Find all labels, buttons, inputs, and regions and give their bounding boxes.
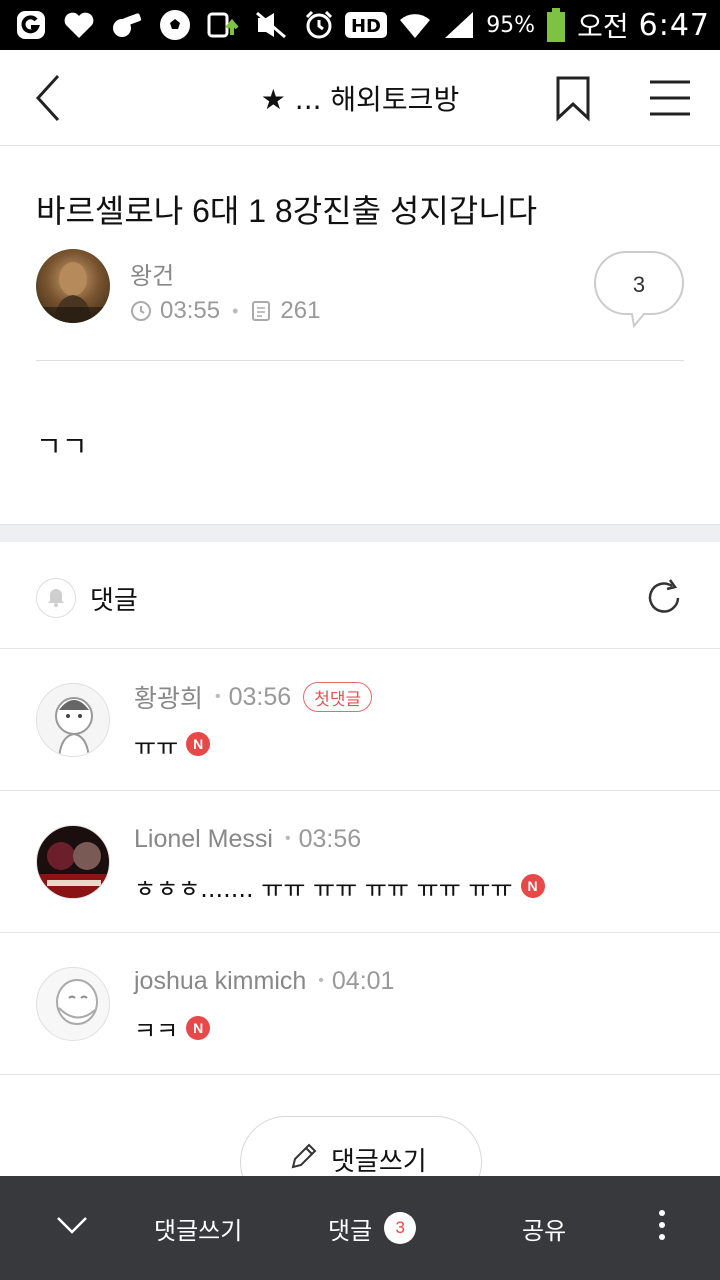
meta-separator: • — [215, 688, 221, 705]
hd-icon: HD — [344, 8, 388, 42]
svg-text:HD: HD — [351, 16, 381, 37]
comment-header: 황광희 • 03:56 첫댓글 — [134, 679, 373, 715]
comment-time: 04:01 — [331, 966, 395, 995]
status-right: HD 95% 오전 6:47 — [344, 0, 710, 50]
post-time: 03:55 — [160, 297, 221, 324]
commenter-name[interactable]: joshua kimmich — [134, 967, 306, 996]
ampm-label: 오전 — [577, 10, 629, 43]
notification-toggle[interactable] — [36, 578, 76, 618]
alarm-icon — [302, 8, 336, 42]
comment-item: 황광희 • 03:56 첫댓글 ㅠㅠ N — [0, 649, 720, 791]
commenter-name[interactable]: Lionel Messi — [134, 825, 273, 854]
back-button[interactable] — [26, 72, 78, 124]
comment-header: Lionel Messi • 03:56 — [134, 823, 361, 855]
post-views: 261 — [280, 297, 321, 324]
board-title: ★ ... 해외토크방 — [260, 83, 460, 116]
post-meta: 03:55 • 261 — [130, 296, 320, 326]
soccer-ball-icon — [158, 8, 192, 42]
share-label: 공유 — [522, 1216, 567, 1245]
signal-icon — [442, 8, 476, 42]
refresh-icon — [642, 579, 686, 624]
new-badge: N — [520, 874, 545, 898]
comment-header: joshua kimmich • 04:01 — [134, 965, 394, 997]
refresh-button[interactable] — [642, 576, 686, 620]
notification-icons — [14, 7, 336, 43]
post-title: 바르셀로나 6대 1 8강진출 성지갑니다 — [36, 193, 538, 229]
bottom-comments[interactable]: 댓글 3 — [328, 1176, 417, 1280]
bookmark-icon — [548, 76, 598, 128]
app-header: ★ ... 해외토크방 — [0, 50, 720, 146]
author-name[interactable]: 왕건 — [130, 256, 174, 291]
more-vertical-icon — [648, 1205, 676, 1251]
clock: 6:47 — [638, 7, 710, 43]
first-comment-badge: 첫댓글 — [303, 682, 373, 712]
share-button[interactable]: 공유 — [522, 1176, 566, 1280]
write-comment-label: 댓글쓰기 — [331, 1147, 427, 1177]
comment-item: Lionel Messi • 03:56 ㅎㅎㅎ....... ㅠㅠ ㅠㅠ ㅠㅠ… — [0, 791, 720, 933]
post-body: ㄱㄱ — [36, 430, 88, 463]
clock-icon — [130, 300, 152, 322]
bottom-write-label: 댓글쓰기 — [154, 1216, 243, 1245]
bottom-write-comment[interactable]: 댓글쓰기 — [154, 1176, 242, 1280]
comment-time: 03:56 — [298, 824, 362, 853]
chevron-left-icon — [26, 74, 78, 128]
chevron-down-icon — [52, 1205, 92, 1251]
divider — [36, 360, 684, 361]
section-divider — [0, 524, 720, 542]
update-icon — [206, 8, 240, 42]
comment-count-badge: 3 — [384, 1212, 417, 1244]
comments-header: 댓글 — [0, 542, 720, 649]
bookmark-button[interactable] — [548, 72, 598, 124]
comments-label: 댓글 — [90, 585, 138, 615]
commenter-avatar[interactable] — [36, 825, 110, 899]
bottom-comments-label: 댓글 — [328, 1216, 373, 1245]
hamburger-icon — [644, 80, 696, 128]
views-icon — [250, 300, 272, 322]
collapse-button[interactable] — [52, 1176, 92, 1280]
commenter-avatar[interactable] — [36, 683, 110, 757]
comment-time: 03:56 — [228, 682, 292, 711]
battery-percent: 95% — [486, 12, 536, 38]
write-comment-content: 댓글쓰기 — [289, 1141, 427, 1178]
heart-icon — [62, 8, 96, 42]
new-badge: N — [186, 1016, 211, 1040]
whistle-icon — [110, 8, 144, 42]
comment-text: ㅋㅋ N — [134, 1011, 211, 1045]
battery-icon — [545, 8, 567, 42]
meta-separator: • — [318, 972, 324, 989]
bell-icon — [44, 584, 68, 612]
comment-text: ㅎㅎㅎ....... ㅠㅠ ㅠㅠ ㅠㅠ ㅠㅠ ㅠㅠ N — [134, 869, 545, 903]
commenter-name[interactable]: 황광희 — [134, 679, 203, 715]
pencil-icon — [289, 1141, 319, 1178]
author-avatar[interactable] — [36, 249, 110, 323]
comment-body: ㅋㅋ — [134, 1016, 179, 1045]
comment-count-bubble[interactable]: 3 — [594, 250, 684, 330]
more-button[interactable] — [648, 1176, 676, 1280]
comment-body: ㅠㅠ — [134, 732, 179, 761]
comment-text: ㅠㅠ N — [134, 727, 211, 761]
comment-count: 3 — [632, 272, 646, 297]
commenter-avatar[interactable] — [36, 967, 110, 1041]
new-badge: N — [186, 732, 211, 756]
comment-item: joshua kimmich • 04:01 ㅋㅋ N — [0, 933, 720, 1075]
meta-separator: • — [284, 830, 291, 847]
g-app-icon — [14, 8, 48, 42]
bottom-action-bar: 댓글쓰기 댓글 3 공유 — [0, 1176, 720, 1280]
status-bar: HD 95% 오전 6:47 — [0, 0, 720, 50]
menu-button[interactable] — [644, 72, 696, 124]
comment-body: ㅎㅎㅎ....... ㅠㅠ ㅠㅠ ㅠㅠ ㅠㅠ ㅠㅠ — [134, 874, 513, 903]
meta-separator: • — [232, 300, 239, 321]
mute-icon — [254, 8, 288, 42]
wifi-icon — [398, 8, 432, 42]
